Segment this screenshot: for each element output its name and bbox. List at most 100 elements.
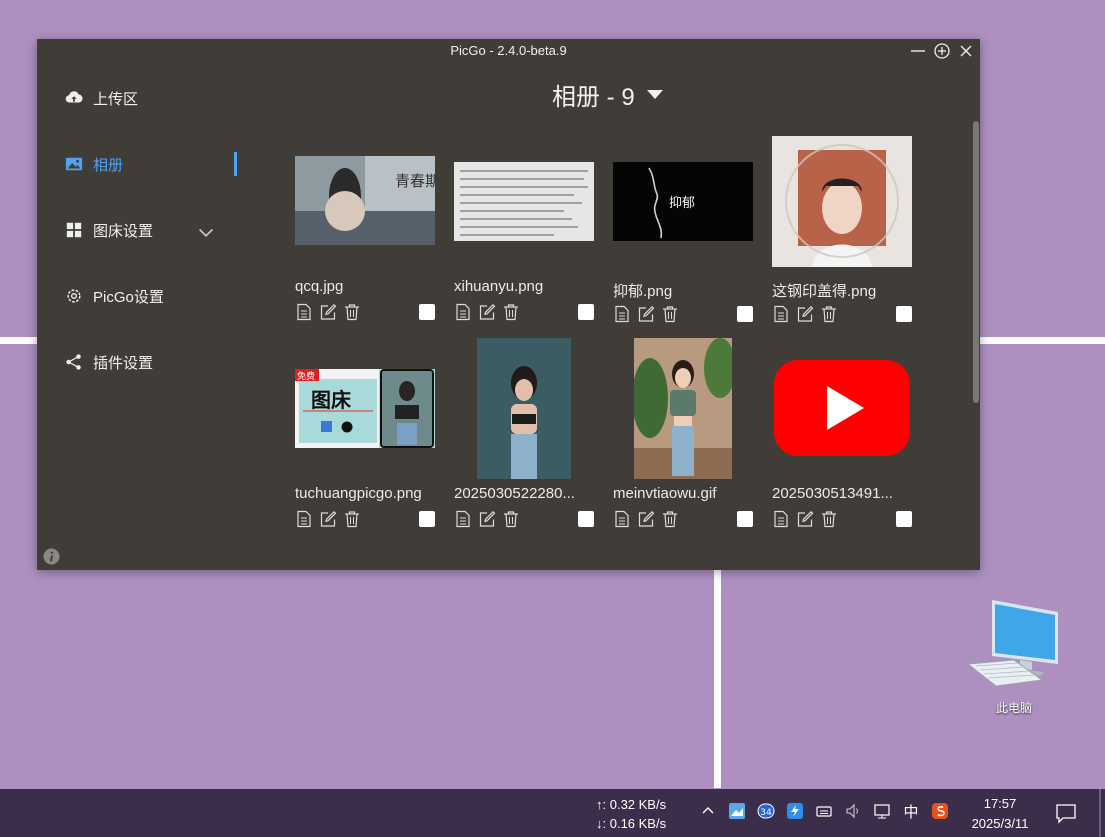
sidebar-item-label: 相册 (93, 156, 124, 174)
delete-button[interactable] (343, 510, 361, 528)
image-name: 这钢印盖得.png (772, 283, 877, 300)
desktop-icon-this-pc[interactable]: 此电脑 (966, 598, 1062, 716)
show-desktop-button[interactable] (1099, 789, 1101, 837)
volume-button[interactable] (843, 801, 863, 821)
delete-button[interactable] (661, 305, 679, 323)
delete-button[interactable] (661, 510, 679, 528)
select-checkbox[interactable] (737, 306, 753, 322)
image-actions (295, 510, 361, 528)
delete-button[interactable] (820, 510, 838, 528)
tray-app-keyboard[interactable] (814, 801, 834, 821)
copy-link-button[interactable] (772, 305, 790, 323)
image-thumbnail[interactable]: 青春期 (295, 156, 435, 245)
thunder-icon (787, 803, 803, 819)
copy-link-button[interactable] (454, 303, 472, 321)
edit-button[interactable] (637, 305, 655, 323)
edit-button[interactable] (319, 303, 337, 321)
image-thumbnail[interactable]: 抑郁 (613, 162, 753, 241)
network-speed[interactable]: ↑: 0.32 KB/s ↓: 0.16 KB/s (596, 795, 666, 833)
album-title-dropdown[interactable]: 相册 - 9 (552, 77, 663, 112)
gallery-item[interactable]: 青春期 qcq.jpg (295, 135, 435, 335)
image-thumbnail[interactable] (772, 136, 912, 267)
clock[interactable]: 17:57 2025/3/11 (958, 794, 1042, 834)
edit-button[interactable] (796, 510, 814, 528)
edit-icon (638, 305, 655, 322)
minimize-button[interactable] (908, 41, 928, 61)
document-icon (456, 510, 470, 528)
image-thumbnail[interactable] (454, 162, 594, 241)
desktop-line-right (980, 337, 1105, 344)
select-checkbox[interactable] (737, 511, 753, 527)
info-icon[interactable] (43, 548, 60, 565)
network-button[interactable] (872, 801, 892, 821)
image-thumbnail[interactable] (634, 338, 732, 479)
delete-button[interactable] (343, 303, 361, 321)
trash-icon (345, 511, 359, 528)
copy-link-button[interactable] (772, 510, 790, 528)
svg-text:34: 34 (760, 808, 772, 818)
gallery-item[interactable]: 这钢印盖得.png (772, 135, 912, 335)
edit-button[interactable] (478, 510, 496, 528)
input-method-button[interactable]: 中 (901, 801, 921, 821)
delete-button[interactable] (502, 303, 520, 321)
show-hidden-icons-button[interactable] (698, 801, 718, 821)
sidebar-item-picbed-settings[interactable]: 图床设置 (65, 215, 237, 245)
copy-link-button[interactable] (295, 510, 313, 528)
edit-button[interactable] (478, 303, 496, 321)
sidebar-item-plugin-settings[interactable]: 插件设置 (65, 347, 237, 377)
image-actions (454, 303, 520, 321)
tray-app-thunder[interactable] (785, 801, 805, 821)
tray-app-sogou[interactable] (930, 801, 950, 821)
document-icon (297, 510, 311, 528)
image-thumbnail[interactable] (772, 358, 912, 458)
select-checkbox[interactable] (578, 511, 594, 527)
edit-button[interactable] (637, 510, 655, 528)
tray-app-badge[interactable]: 34 (756, 801, 776, 821)
copy-link-button[interactable] (613, 305, 631, 323)
copy-link-button[interactable] (613, 510, 631, 528)
scrollbar[interactable] (973, 121, 979, 403)
chevron-up-icon (702, 807, 714, 814)
edit-button[interactable] (796, 305, 814, 323)
active-indicator (234, 152, 237, 176)
svg-text:青春期: 青春期 (395, 172, 435, 190)
trash-icon (663, 306, 677, 323)
gallery-item[interactable]: 2025030522280... (454, 337, 594, 537)
monitor-network-icon (874, 804, 890, 819)
image-thumbnail[interactable]: 免费 图床 (295, 369, 435, 448)
copy-link-button[interactable] (295, 303, 313, 321)
gallery-item[interactable]: xihuanyu.png (454, 135, 594, 335)
sidebar-item-picgo-settings[interactable]: PicGo设置 (65, 281, 237, 311)
sidebar-item-upload[interactable]: 上传区 (65, 83, 237, 113)
select-checkbox[interactable] (419, 511, 435, 527)
tray-app-picgo[interactable] (727, 801, 747, 821)
keyboard-icon (816, 806, 832, 817)
select-checkbox[interactable] (419, 304, 435, 320)
gear-icon (67, 289, 81, 303)
sidebar-item-album[interactable]: 相册 (65, 149, 237, 179)
document-icon (615, 510, 629, 528)
gallery-item[interactable]: meinvtiaowu.gif (613, 337, 753, 537)
taskbar: ↑: 0.32 KB/s ↓: 0.16 KB/s 34 中 17:57 202… (0, 789, 1105, 837)
image-actions (772, 510, 838, 528)
delete-button[interactable] (820, 305, 838, 323)
gallery-item[interactable]: 免费 图床 tuchuangpicgo.png (295, 337, 435, 537)
select-checkbox[interactable] (578, 304, 594, 320)
notification-icon[interactable] (1054, 801, 1078, 825)
image-thumbnail[interactable] (477, 338, 571, 479)
close-button[interactable] (956, 41, 976, 61)
image-actions (295, 303, 361, 321)
image-name: tuchuangpicgo.png (295, 485, 422, 502)
always-on-top-button[interactable] (932, 41, 952, 61)
title-bar: PicGo - 2.4.0-beta.9 (37, 39, 980, 63)
select-checkbox[interactable] (896, 306, 912, 322)
edit-button[interactable] (319, 510, 337, 528)
select-checkbox[interactable] (896, 511, 912, 527)
delete-button[interactable] (502, 510, 520, 528)
gallery-item[interactable]: 2025030513491... (772, 337, 912, 537)
document-icon (615, 305, 629, 323)
gallery-item[interactable]: 抑郁 抑郁.png (613, 135, 753, 335)
trash-icon (822, 306, 836, 323)
copy-link-button[interactable] (454, 510, 472, 528)
document-icon (456, 303, 470, 321)
